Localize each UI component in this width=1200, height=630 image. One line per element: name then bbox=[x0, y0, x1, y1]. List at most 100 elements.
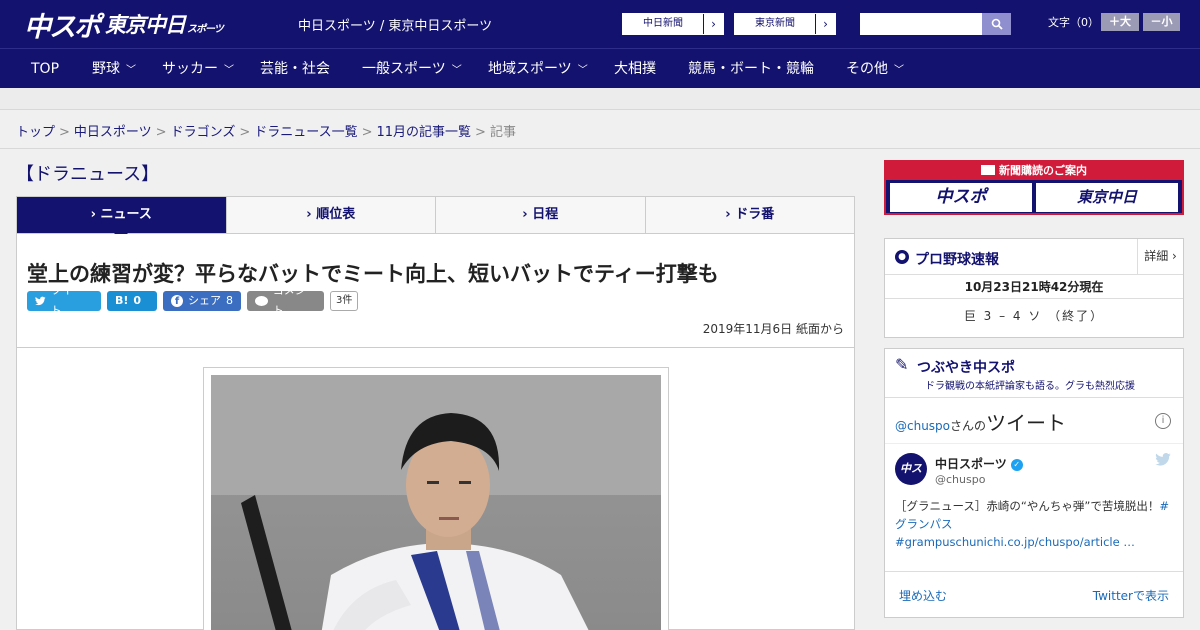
subscription-heading-text: 新聞購読のご案内 bbox=[999, 164, 1087, 177]
nav-local-sports[interactable]: 地域スポーツ ﹀ bbox=[488, 49, 588, 89]
pro-baseball-updated: 10月23日21時42分現在 bbox=[885, 275, 1183, 299]
newspaper-icon bbox=[981, 165, 995, 175]
nav-entertainment-label: 芸能・社会 bbox=[260, 61, 330, 77]
breadcrumb-separator: > bbox=[361, 125, 373, 140]
nav-top-label: TOP bbox=[31, 61, 60, 77]
tweet-account-name[interactable]: 中日スポーツ ✓ bbox=[935, 455, 1023, 472]
subscribe-tokyo-chunichi[interactable]: 東京中日 bbox=[1036, 183, 1178, 212]
comment-count-badge[interactable]: 3件 bbox=[330, 291, 359, 311]
tab-standings[interactable]: › 順位表 bbox=[225, 197, 436, 233]
breadcrumb-separator: > bbox=[155, 125, 167, 140]
chuspo-logo[interactable]: 中スポ bbox=[24, 5, 101, 44]
tweets-widget-subtitle: ドラ観戦の本紙評論家も語る。グラも熱烈応援 bbox=[925, 381, 1135, 392]
site-logo[interactable]: 中スポ 東京中日 スポーツ bbox=[24, 8, 224, 43]
tab-news-label: ニュース bbox=[100, 207, 152, 222]
pro-baseball-title: プロ野球速報 bbox=[915, 252, 999, 268]
game-score[interactable]: 巨 3 – 4 ソ （終了） bbox=[885, 307, 1183, 324]
article: 堂上の練習が変？平らなバットでミート向上、短いバットでティー打撃も ツイート B… bbox=[16, 234, 855, 630]
divider bbox=[885, 397, 1183, 398]
nav-general-sports[interactable]: 一般スポーツ ﹀ bbox=[362, 49, 462, 89]
tab-reporter[interactable]: › ドラ番 bbox=[644, 197, 855, 233]
view-on-twitter-link[interactable]: Twitterで表示 bbox=[1093, 587, 1169, 604]
tweet-text[interactable]: ［グラニュース］赤崎の“やんちゃ弾”で苦境脱出！#グランパス #grampusc… bbox=[895, 497, 1175, 553]
nav-sumo[interactable]: 大相撲 bbox=[614, 49, 656, 89]
nav-general-sports-label: 一般スポーツ bbox=[362, 61, 446, 77]
comment-label: コメント bbox=[272, 284, 306, 317]
share-bar: ツイート B! 0 f シェア 8 コメント 3件 bbox=[27, 284, 359, 317]
breadcrumb-dragons[interactable]: ドラゴンズ bbox=[171, 125, 236, 140]
hatena-count: 0 bbox=[133, 294, 142, 307]
chunichi-shimbun-link[interactable]: 中日新聞 › bbox=[622, 13, 724, 35]
info-icon[interactable]: i bbox=[1155, 413, 1171, 429]
search-input[interactable] bbox=[860, 13, 982, 35]
avatar[interactable]: 中スポ bbox=[895, 453, 927, 507]
pro-baseball-header: ● プロ野球速報 詳細 › bbox=[885, 239, 1183, 275]
tab-news[interactable]: › ニュース bbox=[17, 197, 226, 240]
nav-top[interactable]: TOP bbox=[31, 49, 59, 89]
player-batting-photo bbox=[211, 375, 661, 630]
nav-entertainment[interactable]: 芸能・社会 bbox=[260, 49, 330, 89]
article-headline: 堂上の練習が変？平らなバットでミート向上、短いバットでティー打撃も bbox=[27, 262, 719, 286]
facebook-share-label: シェア bbox=[188, 294, 221, 307]
tokyo-logo-small: スポーツ bbox=[187, 24, 224, 35]
nav-other-label: その他 bbox=[846, 61, 888, 77]
chevron-down-icon: ﹀ bbox=[451, 65, 462, 76]
timeline-handle[interactable]: @chuspo bbox=[895, 419, 950, 433]
tokyo-chunichi-logo[interactable]: 東京中日 スポーツ bbox=[105, 9, 224, 39]
timeline-tweet-word: ツイート bbox=[986, 411, 1067, 435]
chevron-down-icon: ﹀ bbox=[577, 65, 588, 76]
nav-soccer-label: サッカー bbox=[162, 61, 218, 77]
embed-link[interactable]: 埋め込む bbox=[899, 587, 947, 604]
divider bbox=[885, 443, 1183, 444]
tweets-widget: ✎ つぶやき中スポ ドラ観戦の本紙評論家も語る。グラも熱烈応援 @chuspoさ… bbox=[884, 348, 1184, 618]
article-photo[interactable] bbox=[211, 375, 661, 630]
breadcrumb: トップ > 中日スポーツ > ドラゴンズ > ドラニュース一覧 >11月の記事一覧 > 記事 bbox=[16, 121, 516, 140]
section-tabs: › ニュース › 順位表 › 日程 › ドラ番 bbox=[16, 196, 855, 240]
breadcrumb-chunichi-sports[interactable]: 中日スポーツ bbox=[74, 125, 152, 140]
font-size-label: 文字（0） bbox=[1048, 16, 1099, 29]
hatena-bookmark-button[interactable]: B! 0 bbox=[107, 291, 157, 311]
font-smaller-button[interactable]: －小 bbox=[1143, 13, 1180, 31]
comment-button[interactable]: コメント bbox=[247, 284, 324, 317]
tab-schedule[interactable]: › 日程 bbox=[435, 197, 645, 233]
breadcrumb-separator: > bbox=[59, 125, 70, 140]
tweet-account-user[interactable]: @chuspo bbox=[935, 473, 985, 486]
subscribe-chuspo[interactable]: 中スポ bbox=[890, 183, 1032, 212]
megaphone-icon: ✎ bbox=[895, 355, 909, 374]
breadcrumb-top[interactable]: トップ bbox=[16, 125, 55, 140]
facebook-share-count: 8 bbox=[226, 294, 233, 307]
nav-local-sports-label: 地域スポーツ bbox=[488, 61, 572, 77]
subscription-banner[interactable]: 新聞購読のご案内 中スポ 東京中日 bbox=[884, 160, 1184, 215]
nav-baseball[interactable]: 野球 ﹀ bbox=[92, 49, 136, 89]
article-divider bbox=[17, 347, 854, 348]
breadcrumb-separator: > bbox=[475, 125, 486, 140]
tweet-button[interactable]: ツイート bbox=[27, 284, 101, 317]
main-navigation: TOP 野球 ﹀ サッカー ﹀ 芸能・社会 一般スポーツ ﹀ 地域スポーツ ﹀ 大相撲 … bbox=[0, 48, 1200, 88]
nav-other[interactable]: その他 ﹀ bbox=[846, 49, 904, 89]
divider bbox=[885, 571, 1183, 572]
font-larger-button[interactable]: ＋大 bbox=[1101, 13, 1139, 31]
article-date: 2019年11月6日 紙面から bbox=[702, 322, 844, 336]
verified-check-icon: ✓ bbox=[1010, 458, 1023, 471]
facebook-share-button[interactable]: f シェア 8 bbox=[163, 291, 241, 311]
nav-soccer[interactable]: サッカー ﹀ bbox=[162, 49, 234, 89]
tokyo-shimbun-link[interactable]: 東京新聞 › bbox=[734, 13, 836, 35]
tab-schedule-label: 日程 bbox=[532, 207, 559, 222]
tweet-label: ツイート bbox=[50, 284, 84, 317]
top-header: 中スポ 東京中日 スポーツ 中日スポーツ / 東京中日スポーツ 中日新聞 › 東京… bbox=[0, 0, 1200, 48]
chevron-down-icon: ﹀ bbox=[224, 65, 234, 76]
subscription-heading: 新聞購読のご案内 bbox=[886, 162, 1182, 180]
twitter-bird-icon[interactable] bbox=[1155, 453, 1171, 470]
tweet-text-plain: ［グラニュース］赤崎の“やんちゃ弾”で苦境脱出！ bbox=[895, 499, 1160, 513]
site-name[interactable]: 中日スポーツ / 東京中日スポーツ bbox=[298, 15, 492, 34]
breadcrumb-dora-news-list[interactable]: ドラニュース一覧 bbox=[254, 125, 357, 140]
nav-racing[interactable]: 競馬・ボート・競輪 bbox=[688, 49, 814, 89]
breadcrumb-november-list[interactable]: 11月の記事一覧 bbox=[377, 125, 472, 140]
article-photo-frame bbox=[203, 367, 669, 630]
breadcrumb-separator: > bbox=[239, 125, 251, 140]
search-button[interactable] bbox=[982, 13, 1011, 35]
nav-sumo-label: 大相撲 bbox=[614, 61, 656, 77]
account-name-text: 中日スポーツ bbox=[935, 457, 1007, 471]
pro-baseball-detail-link[interactable]: 詳細 › bbox=[1137, 239, 1183, 275]
search-icon bbox=[991, 18, 1003, 30]
